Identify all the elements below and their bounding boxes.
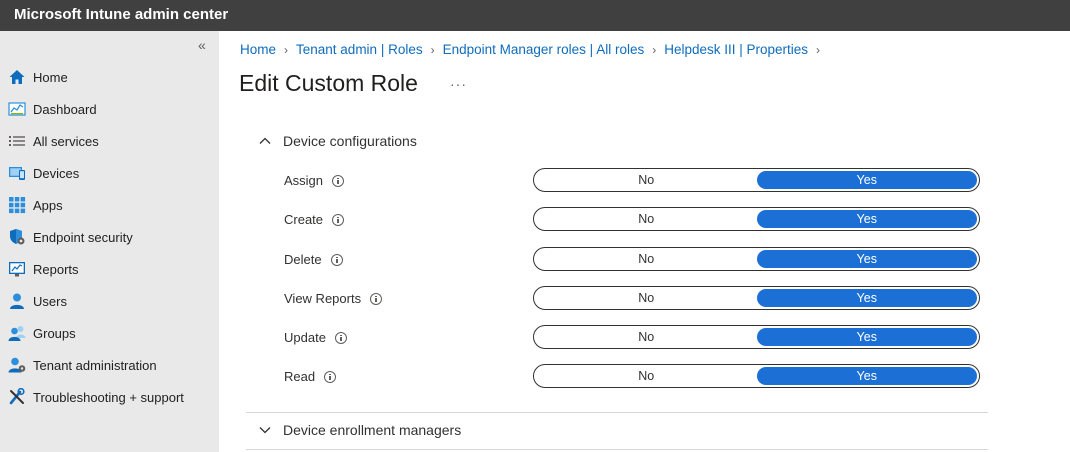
reports-icon (9, 262, 25, 277)
page-title: Edit Custom Role (239, 70, 418, 96)
option-yes-selected[interactable]: Yes (756, 367, 977, 385)
breadcrumb-helpdesk-properties-link[interactable]: Helpdesk III | Properties (664, 42, 808, 57)
permission-label-view-reports: View Reports (284, 291, 383, 306)
section-label: Device enrollment managers (283, 422, 462, 438)
section-divider (246, 412, 988, 413)
breadcrumb-separator-icon: › (816, 42, 821, 57)
sidebar-item-devices[interactable]: Devices (0, 157, 219, 189)
chevron-up-icon (259, 137, 271, 144)
troubleshooting-icon (9, 388, 25, 405)
permission-label: Assign (284, 173, 324, 188)
sidebar: « Home Dashboard All services Devices Ap… (0, 31, 219, 452)
devices-icon (9, 167, 25, 180)
toggle-update[interactable]: No Yes (533, 325, 980, 349)
collapse-sidebar-button[interactable]: « (198, 37, 206, 53)
info-icon[interactable] (332, 213, 345, 226)
section-device-configurations[interactable]: Device configurations (258, 130, 417, 152)
toggle-view-reports[interactable]: No Yes (533, 286, 980, 310)
permission-label: View Reports (284, 291, 362, 306)
permission-label-delete: Delete (284, 252, 343, 267)
breadcrumb-tenant-admin-link[interactable]: Tenant admin | Roles (296, 42, 423, 57)
sidebar-item-label: Endpoint security (33, 229, 133, 245)
breadcrumb-endpoint-manager-roles-link[interactable]: Endpoint Manager roles | All roles (443, 42, 645, 57)
permission-label-create: Create (284, 212, 345, 227)
breadcrumb-separator-icon: › (652, 42, 657, 57)
permission-label: Update (284, 330, 326, 345)
permission-label-assign: Assign (284, 173, 345, 188)
section-divider (246, 449, 988, 450)
breadcrumb: Home › Tenant admin | Roles › Endpoint M… (240, 42, 828, 57)
endpoint-security-icon (10, 229, 25, 245)
sidebar-item-reports[interactable]: Reports (0, 253, 219, 285)
breadcrumb-separator-icon: › (284, 42, 289, 57)
toggle-create[interactable]: No Yes (533, 207, 980, 231)
permission-label: Delete (284, 252, 322, 267)
option-no[interactable]: No (536, 210, 757, 228)
home-icon (9, 70, 25, 84)
breadcrumb-home-link[interactable]: Home (240, 42, 276, 57)
sidebar-item-label: Groups (33, 325, 76, 341)
sidebar-item-label: Home (33, 69, 68, 85)
top-bar: Microsoft Intune admin center (0, 0, 1070, 31)
sidebar-item-tenant-administration[interactable]: Tenant administration (0, 349, 219, 381)
info-icon[interactable] (334, 331, 347, 344)
sidebar-item-users[interactable]: Users (0, 285, 219, 317)
all-services-icon (9, 136, 25, 146)
sidebar-item-dashboard[interactable]: Dashboard (0, 93, 219, 125)
info-icon[interactable] (332, 174, 345, 187)
sidebar-item-label: Apps (33, 197, 63, 213)
permission-label: Read (284, 369, 316, 384)
sidebar-nav: Home Dashboard All services Devices Apps… (0, 61, 219, 413)
sidebar-item-label: Reports (33, 261, 79, 277)
sidebar-item-label: All services (33, 133, 99, 149)
section-label: Device configurations (283, 133, 417, 149)
breadcrumb-separator-icon: › (430, 42, 435, 57)
more-options-button[interactable]: ··· (450, 76, 467, 92)
sidebar-item-label: Troubleshooting + support (33, 389, 184, 405)
info-icon[interactable] (330, 253, 343, 266)
toggle-delete[interactable]: No Yes (533, 247, 980, 271)
sidebar-item-all-services[interactable]: All services (0, 125, 219, 157)
users-icon (10, 293, 24, 309)
sidebar-item-label: Devices (33, 165, 80, 181)
tenant-administration-icon (8, 357, 26, 373)
option-yes-selected[interactable]: Yes (756, 250, 977, 268)
dashboard-icon (8, 102, 26, 116)
sidebar-item-label: Tenant administration (33, 357, 157, 373)
info-icon[interactable] (370, 292, 383, 305)
toggle-read[interactable]: No Yes (533, 364, 980, 388)
app-title[interactable]: Microsoft Intune admin center (14, 6, 228, 23)
sidebar-item-troubleshooting[interactable]: Troubleshooting + support (0, 381, 219, 413)
toggle-assign[interactable]: No Yes (533, 168, 980, 192)
sidebar-item-home[interactable]: Home (0, 61, 219, 93)
option-yes-selected[interactable]: Yes (756, 289, 977, 307)
option-no[interactable]: No (536, 289, 757, 307)
sidebar-item-apps[interactable]: Apps (0, 189, 219, 221)
option-yes-selected[interactable]: Yes (756, 171, 977, 189)
option-no[interactable]: No (536, 250, 757, 268)
sidebar-item-label: Users (33, 293, 67, 309)
option-no[interactable]: No (536, 367, 757, 385)
groups-icon (8, 326, 26, 341)
section-device-enrollment-managers[interactable]: Device enrollment managers (258, 419, 461, 441)
option-no[interactable]: No (536, 328, 757, 346)
info-icon[interactable] (324, 370, 337, 383)
chevron-down-icon (259, 427, 271, 434)
option-yes-selected[interactable]: Yes (756, 328, 977, 346)
permission-label: Create (284, 212, 324, 227)
permission-label-update: Update (284, 330, 347, 345)
sidebar-item-endpoint-security[interactable]: Endpoint security (0, 221, 219, 253)
option-yes-selected[interactable]: Yes (756, 210, 977, 228)
sidebar-item-label: Dashboard (33, 101, 97, 117)
apps-icon (9, 197, 26, 214)
option-no[interactable]: No (536, 171, 757, 189)
permission-label-read: Read (284, 369, 337, 384)
sidebar-item-groups[interactable]: Groups (0, 317, 219, 349)
